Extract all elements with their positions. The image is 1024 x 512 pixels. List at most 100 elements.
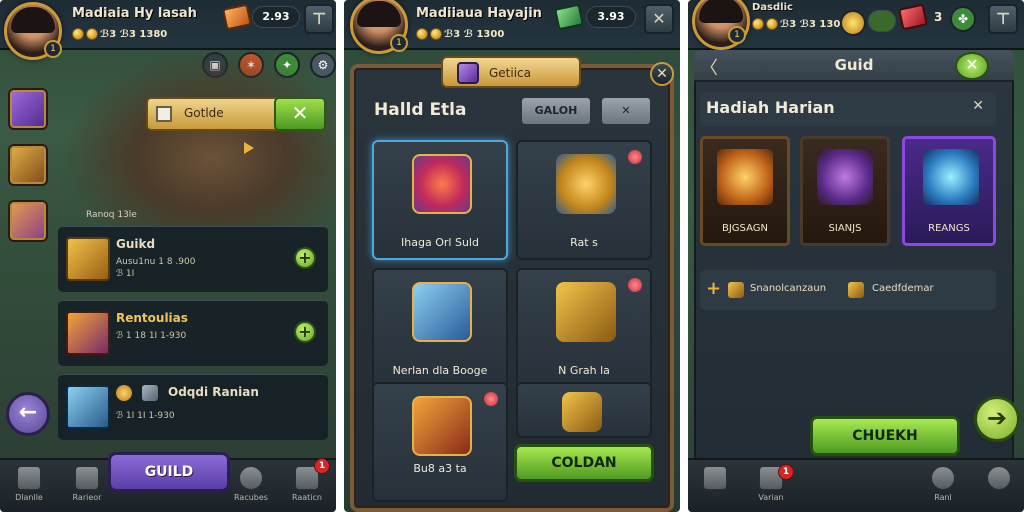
- map-icon: [703, 466, 727, 490]
- level-badge: 1: [728, 26, 746, 44]
- add-button[interactable]: +: [294, 247, 316, 269]
- nav-item[interactable]: [976, 466, 1022, 510]
- gold-counter: 2.93: [252, 6, 300, 28]
- row-title: Guikd: [116, 237, 156, 251]
- card-label: Rat s: [570, 236, 598, 249]
- row-subtitle: ℬ 1 18 1I 1-930: [116, 331, 187, 341]
- helmet-icon: [66, 311, 110, 355]
- guild-panel-middle: 1 Madiiaua Hayajin ℬ3 ℬ 1300 3.93 ✕ Geti…: [344, 0, 680, 512]
- coin-icon: [416, 28, 428, 40]
- chest-icon: [848, 282, 864, 298]
- close-icon[interactable]: ✕: [972, 98, 984, 114]
- reward-card[interactable]: Bu8 a3 ta: [372, 382, 508, 502]
- coin-icon: [72, 28, 84, 40]
- section-label: Ranoq 13le: [86, 210, 137, 220]
- notification-badge: 1: [314, 458, 330, 474]
- nav-label: Varian: [758, 493, 784, 502]
- back-button[interactable]: ←: [6, 392, 50, 436]
- page-title: Halld Etla: [374, 100, 467, 120]
- coin-icon: [86, 28, 98, 40]
- reward-tile[interactable]: REANGS: [902, 136, 996, 246]
- tab-galoh[interactable]: GALOH: [520, 96, 592, 126]
- guild-banner-label: Gotlde: [184, 106, 224, 120]
- close-icon[interactable]: ✕: [650, 62, 674, 86]
- avatar-hair: [357, 1, 401, 27]
- reward-card[interactable]: N Grah la: [516, 268, 652, 388]
- chest-icon: [412, 396, 472, 456]
- card-label: Nerlan dla Booge: [392, 364, 488, 377]
- helmet-slot-icon[interactable]: [8, 200, 48, 242]
- alert-badge: [628, 150, 642, 164]
- nav-label: Dlanlle: [15, 493, 43, 502]
- stat-line: ℬ3 ℬ 1300: [444, 29, 505, 40]
- close-icon[interactable]: ✕: [955, 52, 989, 80]
- nav-item[interactable]: Ranl: [920, 466, 966, 510]
- reward-label: SIANJS: [828, 223, 862, 234]
- reward-card[interactable]: Ihaga Orl Suld: [372, 140, 508, 260]
- section-title: Hadiah Harian: [706, 98, 835, 117]
- crystal-chest-icon: [66, 385, 110, 429]
- treasure-chest-icon: [717, 149, 773, 205]
- chest-icon: [728, 282, 744, 298]
- guild-panel-left: 1 Madiaia Hy lasah ℬ3 ℬ3 1380 2.93 ⊤ ▣ ✶…: [0, 0, 336, 512]
- nav-label: Ranl: [934, 493, 952, 502]
- list-item[interactable]: Odqdi Ranian ℬ 1I 1I 1-930: [58, 374, 328, 440]
- coin-icon: [430, 28, 442, 40]
- player-stats: ℬ3 ℬ3 1300: [752, 18, 847, 30]
- reward-label: BJGSAGN: [722, 223, 768, 234]
- card-label: Ihaga Orl Suld: [401, 236, 479, 249]
- nav-item[interactable]: Rarieor: [64, 466, 110, 510]
- stat-line: ℬ3 ℬ3 1300: [780, 19, 848, 30]
- bottom-nav: Varian Ranl: [688, 458, 1024, 512]
- reward-tile[interactable]: SIANJS: [800, 136, 890, 246]
- player-stats: ℬ3 ℬ3 1380: [72, 28, 167, 40]
- shield-icon: [412, 154, 472, 214]
- check-button[interactable]: CHUEKH: [810, 416, 960, 456]
- list-item[interactable]: Rentoulias ℬ 1 18 1I 1-930 +: [58, 300, 328, 366]
- crystal-slot-icon[interactable]: [8, 88, 48, 130]
- row-subtitle: ℬ 1I 1I 1-930: [116, 411, 175, 421]
- nav-item[interactable]: Racubes: [228, 466, 274, 510]
- close-icon[interactable]: ✕: [274, 97, 326, 131]
- nav-item[interactable]: [692, 466, 738, 510]
- level-badge: 1: [390, 34, 408, 52]
- chest-slot-icon[interactable]: [8, 144, 48, 186]
- shield-icon: [239, 466, 263, 490]
- clover-icon[interactable]: ✤: [950, 6, 976, 32]
- guild-panel-right: 1 Dasdlic ℬ3 ℬ3 1300 3 ✤ ⊤ 〈 Guid ✕ Hadi…: [688, 0, 1024, 512]
- subheader: Hadiah Harian ✕: [700, 92, 996, 126]
- gem-counter: 3: [934, 10, 943, 24]
- add-button[interactable]: +: [294, 321, 316, 343]
- collect-button[interactable]: COLDAN: [514, 444, 654, 482]
- menu-button[interactable]: ⊤: [988, 4, 1018, 34]
- row-title: Odqdi Ranian: [168, 385, 259, 399]
- reward-tile[interactable]: BJGSAGN: [700, 136, 790, 246]
- close-icon[interactable]: ✕: [644, 4, 674, 34]
- notification-badge: 1: [778, 464, 794, 480]
- helm-icon: [931, 466, 955, 490]
- flag-icon: [156, 106, 172, 122]
- nav-item[interactable]: Dlanlle: [6, 466, 52, 510]
- dialog-title: Getiica: [489, 66, 532, 80]
- guild-button[interactable]: GUILD: [108, 452, 230, 492]
- list-item[interactable]: Guikd Ausu1nu 1 8 .900 ℬ 1I +: [58, 226, 328, 292]
- reward-card[interactable]: [516, 382, 652, 438]
- coin-icon: [766, 18, 778, 30]
- coin-icon: [116, 385, 132, 401]
- dialog-ribbon: Getiica: [441, 56, 581, 88]
- reward-label: REANGS: [928, 223, 970, 234]
- info-text: Caedfdemar: [872, 283, 934, 294]
- gem-icon: [142, 385, 158, 401]
- reward-card[interactable]: Rat s: [516, 140, 652, 260]
- card-label: N Grah la: [558, 364, 610, 377]
- menu-button[interactable]: ⊤: [304, 4, 334, 34]
- nav-label: Raaticn: [291, 493, 322, 502]
- next-button[interactable]: ➔: [974, 396, 1020, 442]
- reward-card[interactable]: Nerlan dla Booge: [372, 268, 508, 388]
- avatar-hair: [11, 7, 55, 33]
- guild-banner[interactable]: Gotlde ✕: [146, 97, 326, 131]
- avatar-hair: [699, 0, 743, 23]
- info-text: Snanolcanzaun: [750, 283, 827, 294]
- gold-orbs-icon: [556, 154, 616, 214]
- tab-close[interactable]: ✕: [600, 96, 652, 126]
